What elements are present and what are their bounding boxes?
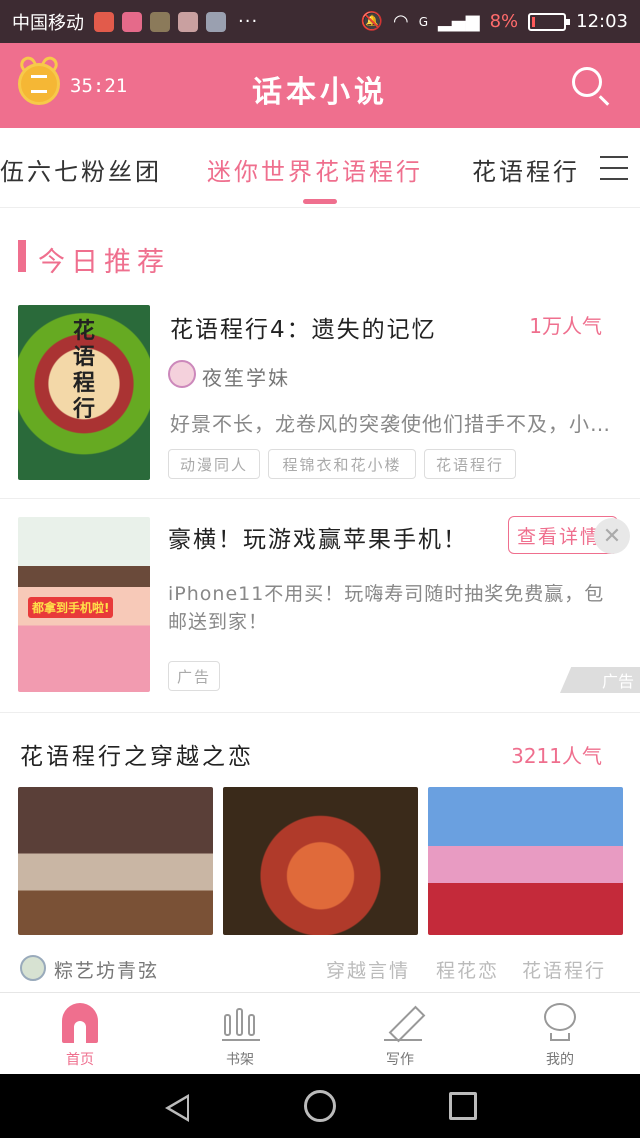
wifi-icon: ◠	[393, 11, 409, 32]
back-icon[interactable]	[165, 1094, 189, 1122]
ad-image[interactable]: 都拿到手机啦!	[18, 517, 150, 692]
nav-me-label: 我的	[546, 1052, 574, 1068]
topic-image-3[interactable]	[428, 787, 623, 935]
ad-badge: 广告	[560, 667, 640, 693]
topic-popularity: 3211人气	[511, 744, 602, 768]
topic-image-1[interactable]	[18, 787, 213, 935]
bookshelf-icon	[222, 1005, 260, 1041]
app-notification-icon	[122, 11, 142, 32]
ad-title[interactable]: 豪横！玩游戏赢苹果手机！	[168, 520, 468, 554]
author-avatar[interactable]	[168, 360, 196, 388]
tab-mini-world[interactable]: 迷你世界花语程行	[207, 152, 423, 187]
cover-title: 花语程行	[73, 319, 96, 422]
topic-author[interactable]: 粽艺坊青弦	[54, 956, 159, 983]
bottom-nav: 首页 书架 写作 我的	[0, 992, 640, 1074]
section-marker	[18, 240, 26, 272]
topic-image-2[interactable]	[223, 787, 418, 935]
topic-tag[interactable]: 程花恋	[436, 956, 499, 983]
author-name[interactable]: 夜笙学妹	[202, 362, 290, 391]
divider	[0, 712, 640, 713]
book-description: 好景不长，龙卷风的突袭使他们措手不及，小樱和花小楼被迫分开	[170, 412, 615, 436]
divider	[0, 498, 640, 499]
mute-icon: 🔕	[360, 11, 383, 32]
nav-bookshelf-label: 书架	[226, 1052, 254, 1068]
home-circle-icon[interactable]	[304, 1090, 336, 1122]
book-cover[interactable]: 花语程行	[18, 305, 150, 480]
app-header: 35:21 话本小说	[0, 43, 640, 128]
nav-write[interactable]: 写作	[320, 993, 480, 1075]
category-tabs: 伍六七粉丝团 迷你世界花语程行 花语程行	[0, 128, 640, 208]
game-notification-icon	[150, 11, 170, 32]
a-notification-icon	[206, 11, 226, 32]
active-tab-indicator	[303, 199, 337, 204]
battery-icon	[528, 12, 571, 31]
more-notifications-icon: ···	[238, 11, 259, 32]
nav-home-label: 首页	[66, 1052, 94, 1068]
topic-author-avatar[interactable]	[20, 955, 46, 981]
book-tag[interactable]: 动漫同人	[168, 449, 260, 479]
book-title[interactable]: 花语程行4：遗失的记忆	[170, 310, 437, 344]
carrier-name: 中国移动	[12, 12, 84, 34]
nav-home[interactable]: 首页	[0, 993, 160, 1075]
book-tag[interactable]: 程锦衣和花小楼	[268, 449, 416, 479]
signal-icon: ▂▄▆	[438, 11, 480, 32]
clock: 12:03	[576, 11, 628, 32]
search-icon[interactable]	[572, 67, 602, 97]
nav-me[interactable]: 我的	[480, 993, 640, 1075]
nav-write-label: 写作	[386, 1052, 414, 1068]
network-type: G	[418, 14, 429, 29]
profile-icon	[544, 1003, 576, 1043]
tab-huayu[interactable]: 花语程行	[472, 152, 580, 187]
ad-image-caption: 都拿到手机啦!	[28, 597, 114, 618]
mail-notification-icon	[94, 11, 114, 32]
nav-bookshelf[interactable]: 书架	[160, 993, 320, 1075]
status-bar: 中国移动 ··· 🔕 ◠ G ▂▄▆ 8% 12:03	[0, 0, 640, 43]
cat-notification-icon	[178, 11, 198, 32]
ad-tag: 广告	[168, 661, 220, 691]
topic-tag[interactable]: 穿越言情	[326, 956, 410, 983]
tab-fan-group[interactable]: 伍六七粉丝团	[0, 152, 162, 187]
app-title: 话本小说	[252, 75, 388, 110]
ad-description: iPhone11不用买！玩嗨寿司随时抽奖免费赢，包邮送到家！	[168, 583, 605, 633]
book-popularity: 1万人气	[529, 314, 602, 338]
book-tag[interactable]: 花语程行	[424, 449, 516, 479]
system-nav-bar	[0, 1074, 640, 1138]
topic-tag[interactable]: 花语程行	[522, 956, 606, 983]
battery-percent: 8%	[489, 11, 519, 32]
close-icon[interactable]: ✕	[594, 518, 630, 554]
menu-icon[interactable]	[600, 156, 628, 180]
pen-icon	[384, 1005, 422, 1041]
section-title: 今日推荐	[38, 247, 170, 278]
topic-title[interactable]: 花语程行之穿越之恋	[20, 737, 254, 771]
home-icon	[62, 1003, 98, 1043]
recent-apps-icon[interactable]	[449, 1092, 477, 1120]
